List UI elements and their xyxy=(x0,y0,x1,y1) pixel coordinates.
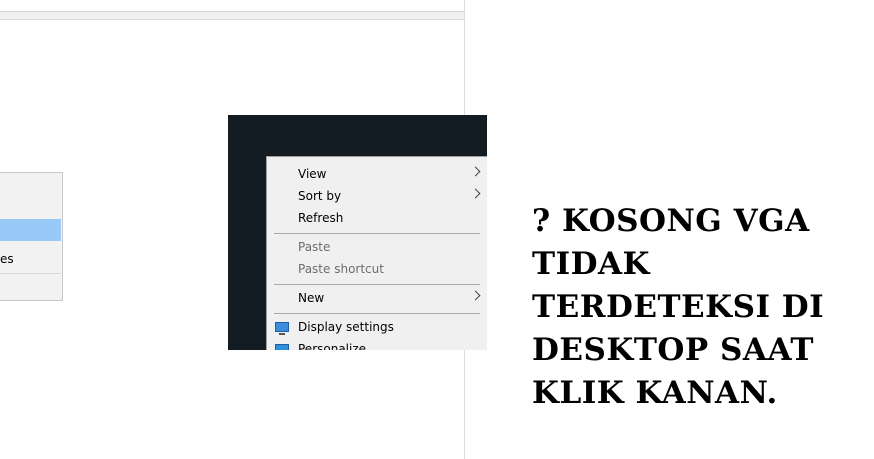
chevron-right-icon xyxy=(470,188,481,199)
menu-item-paste[interactable]: Paste xyxy=(267,236,487,258)
caption-line: TERDETEKSI DI xyxy=(532,289,825,325)
caption-line: ? KOSONG VGA xyxy=(532,203,810,239)
menu-item-label: Paste shortcut xyxy=(298,262,384,276)
menu-item-display-settings[interactable]: Display settings xyxy=(267,316,487,338)
menu-item-label: View xyxy=(298,167,327,181)
menu-item-label: Display settings xyxy=(298,320,394,334)
personalize-icon xyxy=(275,344,289,350)
menu-item-label: Sort by xyxy=(298,189,342,203)
menu-separator xyxy=(274,233,480,234)
desktop-context-menu: View Sort by Refresh Paste Paste shortcu… xyxy=(266,156,487,350)
menu-separator xyxy=(274,313,480,314)
menu-item-view[interactable]: View xyxy=(267,163,487,185)
window-toolbar xyxy=(0,11,464,20)
menu-item-paste-shortcut[interactable]: Paste shortcut xyxy=(267,258,487,280)
chevron-right-icon xyxy=(470,166,481,177)
chevron-right-icon xyxy=(470,290,481,301)
menu-item-personalize[interactable]: Personalize xyxy=(267,338,487,350)
caption-line: DESKTOP SAAT xyxy=(532,332,814,368)
desktop-screenshot: View Sort by Refresh Paste Paste shortcu… xyxy=(228,115,487,350)
highlighted-menu-item[interactable] xyxy=(0,219,61,241)
display-icon xyxy=(275,322,289,335)
menu-item-sort-by[interactable]: Sort by xyxy=(267,185,487,207)
menu-item-fragment[interactable]: es xyxy=(0,252,14,266)
menu-item-label: New xyxy=(298,291,325,305)
menu-item-refresh[interactable]: Refresh xyxy=(267,207,487,229)
caption-text: ? KOSONG VGA TIDAK TERDETEKSI DI DESKTOP… xyxy=(532,200,862,415)
caption-line: TIDAK xyxy=(532,246,650,282)
menu-item-label: Refresh xyxy=(298,211,344,225)
menu-separator xyxy=(0,273,61,274)
menu-item-label: Personalize xyxy=(298,342,367,350)
menu-separator xyxy=(274,284,480,285)
caption-line: KLIK KANAN. xyxy=(532,375,778,411)
background-context-menu: es xyxy=(0,172,63,301)
menu-item-label: Paste xyxy=(298,240,331,254)
menu-item-new[interactable]: New xyxy=(267,287,487,309)
